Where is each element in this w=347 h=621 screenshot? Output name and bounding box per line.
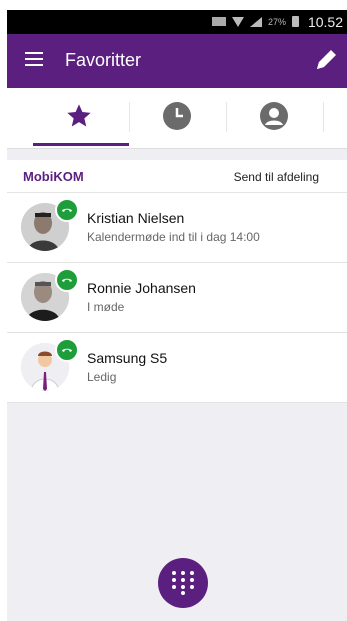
status-icons: 27% (211, 16, 299, 27)
tab-bar (7, 88, 347, 149)
hamburger-menu-icon[interactable] (25, 52, 43, 66)
page-title: Favoritter (65, 50, 142, 70)
phone-icon (55, 268, 79, 292)
contact-name: Kristian Nielsen (87, 210, 185, 226)
tab-selected-indicator (33, 143, 129, 146)
department-title: MobiKOM (23, 169, 84, 184)
send-to-department-button[interactable]: Send til afdeling (234, 170, 319, 184)
contact-name: Ronnie Johansen (87, 280, 196, 296)
wifi-icon (231, 16, 244, 27)
tab-contacts[interactable] (226, 88, 322, 148)
app-screen: 27% 10.52 Favoritter MobiKOM Send til af… (7, 10, 347, 621)
tab-recent[interactable] (129, 88, 225, 148)
clock-icon (162, 101, 192, 136)
battery-icon (292, 16, 299, 27)
contact-row[interactable]: Samsung S5 Ledig (7, 333, 347, 403)
signal-icon (249, 16, 262, 27)
app-bar: Favoritter (7, 34, 347, 88)
person-icon (259, 101, 289, 136)
tab-favorites[interactable] (31, 88, 127, 148)
star-icon (65, 102, 93, 135)
notification-icon (211, 17, 226, 26)
contact-row[interactable]: Ronnie Johansen I møde (7, 263, 347, 333)
pencil-icon[interactable] (313, 47, 339, 73)
status-time: 10.52 (307, 14, 343, 30)
contact-status: Ledig (87, 370, 117, 384)
phone-icon (55, 198, 79, 222)
status-bar: 27% 10.52 (7, 10, 347, 34)
contact-status: Kalendermøde ind til i dag 14:00 (87, 230, 260, 244)
battery-percent: 27% (267, 16, 286, 27)
department-header: MobiKOM Send til afdeling (7, 160, 347, 193)
dialpad-icon (172, 571, 194, 595)
tab-divider (323, 102, 324, 132)
contact-status: I møde (87, 300, 125, 314)
contact-name: Samsung S5 (87, 350, 168, 366)
dialpad-button[interactable] (158, 558, 208, 608)
contact-row[interactable]: Kristian Nielsen Kalendermøde ind til i … (7, 193, 347, 263)
phone-icon (55, 338, 79, 362)
